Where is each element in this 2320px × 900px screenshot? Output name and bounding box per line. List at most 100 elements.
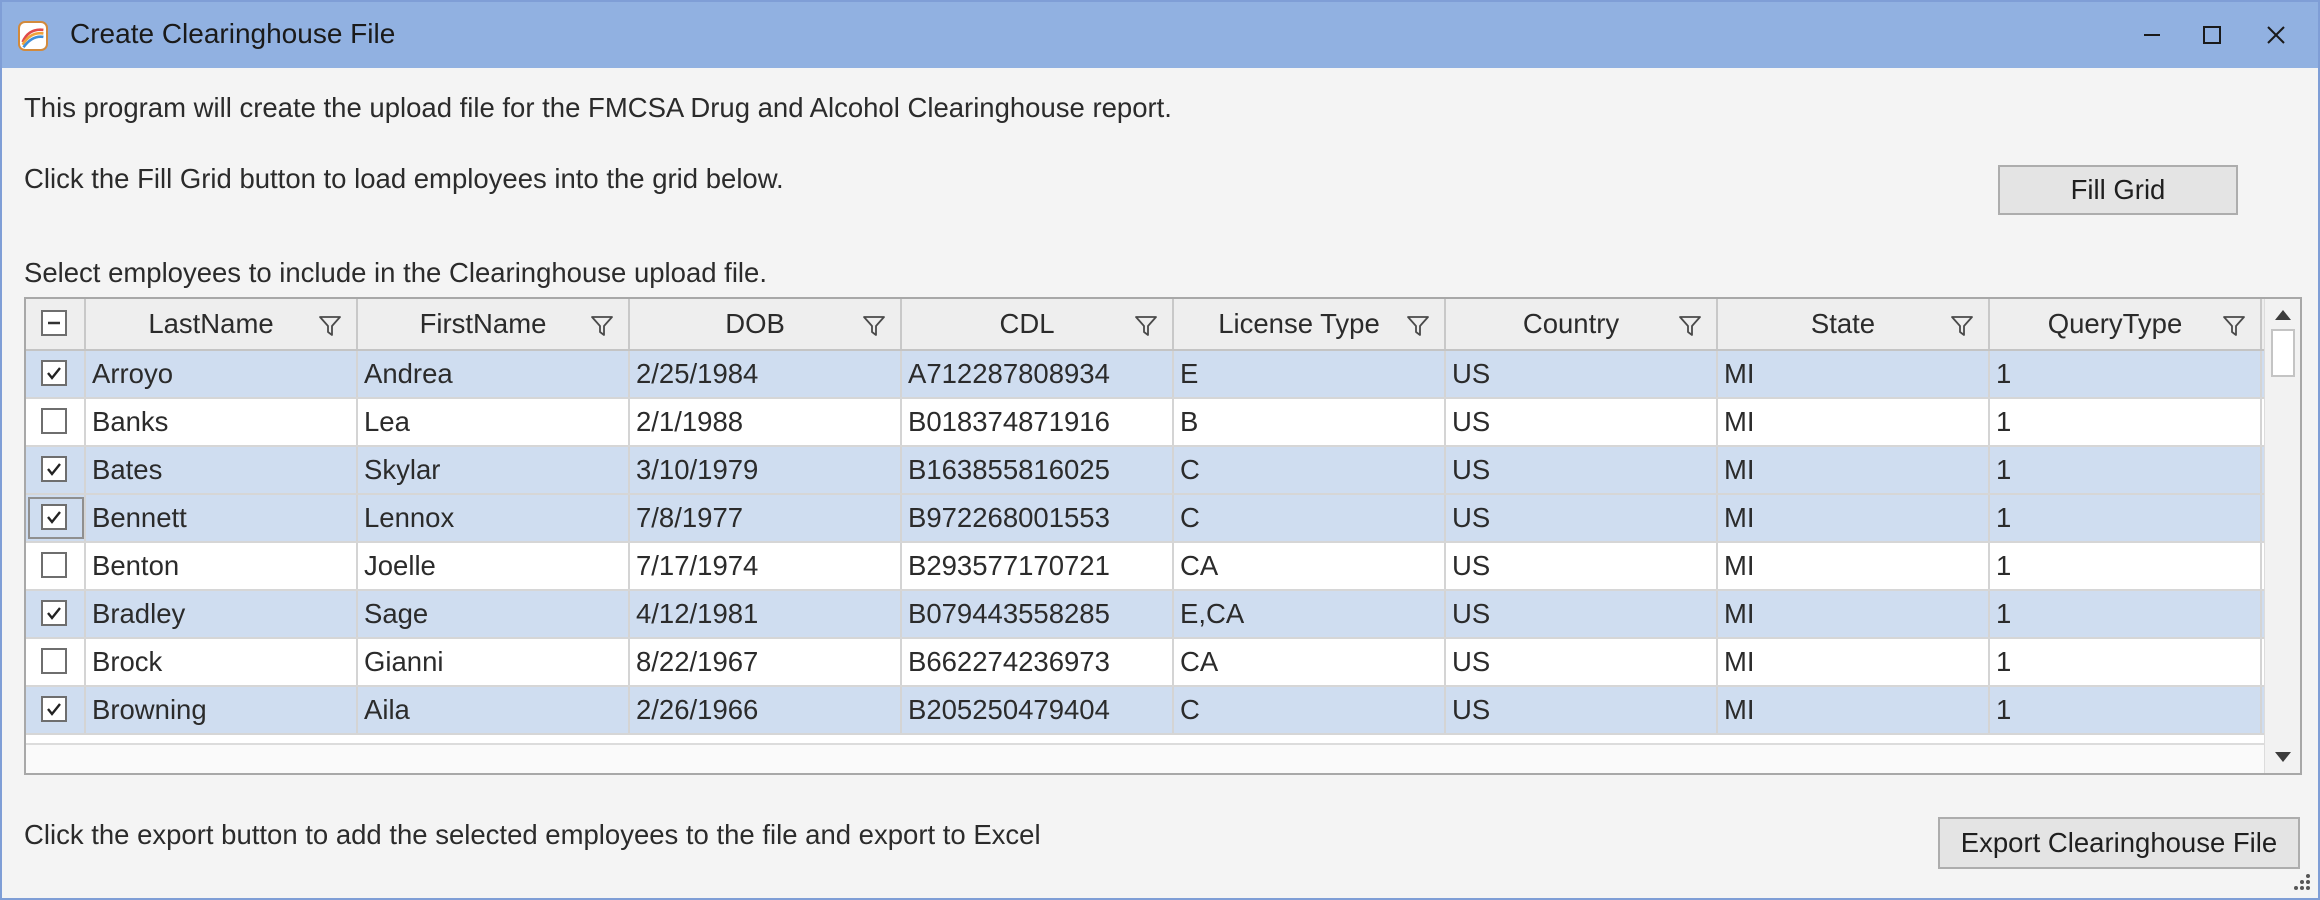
table-row[interactable]: Bennett Lennox 7/8/1977 B972268001553 C US MI 1 [26,495,2264,543]
filter-icon[interactable] [2222,313,2246,337]
cell-dob[interactable]: 7/8/1977 [630,495,902,541]
cell-querytype[interactable]: 1 [1990,399,2262,445]
cell-country[interactable]: US [1446,399,1718,445]
cell-dob[interactable]: 2/25/1984 [630,351,902,397]
cell-lastname[interactable]: Benton [86,543,358,589]
cell-lastname[interactable]: Bennett [86,495,358,541]
cell-lastname[interactable]: Bates [86,447,358,493]
cell-country[interactable]: US [1446,447,1718,493]
select-all-cell[interactable] [26,299,86,349]
column-header-cdl[interactable]: CDL [902,299,1174,349]
table-row[interactable]: Brock Gianni 8/22/1967 B662274236973 CA US MI 1 [26,639,2264,687]
row-select-cell[interactable] [26,495,86,541]
cell-state[interactable]: MI [1718,591,1990,637]
cell-lastname[interactable]: Browning [86,687,358,733]
close-button[interactable] [2244,2,2308,68]
cell-license-type[interactable]: E,CA [1174,591,1446,637]
table-row[interactable]: Arroyo Andrea 2/25/1984 A712287808934 E US MI 1 [26,351,2264,399]
column-header-lastname[interactable]: LastName [86,299,358,349]
cell-querytype[interactable]: 1 [1990,351,2262,397]
cell-cdl[interactable]: B018374871916 [902,399,1174,445]
cell-lastname[interactable]: Arroyo [86,351,358,397]
column-header-country[interactable]: Country [1446,299,1718,349]
cell-country[interactable]: US [1446,591,1718,637]
filter-icon[interactable] [1950,313,1974,337]
column-header-dob[interactable]: DOB [630,299,902,349]
cell-license-type[interactable]: C [1174,687,1446,733]
scroll-down-icon[interactable] [2273,749,2293,765]
column-header-firstname[interactable]: FirstName [358,299,630,349]
table-row[interactable]: Bates Skylar 3/10/1979 B163855816025 C US MI 1 [26,447,2264,495]
cell-state[interactable]: MI [1718,495,1990,541]
filter-icon[interactable] [1678,313,1702,337]
cell-license-type[interactable]: E [1174,351,1446,397]
table-row[interactable]: Benton Joelle 7/17/1974 B293577170721 CA US MI… [26,543,2264,591]
cell-dob[interactable]: 2/26/1966 [630,687,902,733]
cell-state[interactable]: MI [1718,399,1990,445]
cell-querytype[interactable]: 1 [1990,447,2262,493]
cell-querytype[interactable]: 1 [1990,543,2262,589]
cell-state[interactable]: MI [1718,351,1990,397]
cell-lastname[interactable]: Brock [86,639,358,685]
row-checkbox[interactable] [41,408,67,434]
cell-firstname[interactable]: Lea [358,399,630,445]
cell-state[interactable]: MI [1718,687,1990,733]
cell-license-type[interactable]: CA [1174,639,1446,685]
employee-grid[interactable]: LastName FirstName DOB CDL License Type Count… [24,297,2302,775]
cell-state[interactable]: MI [1718,543,1990,589]
table-row[interactable]: Browning Aila 2/26/1966 B205250479404 C US MI 1 [26,687,2264,735]
cell-dob[interactable]: 7/17/1974 [630,543,902,589]
cell-country[interactable]: US [1446,351,1718,397]
cell-dob[interactable]: 3/10/1979 [630,447,902,493]
column-header-state[interactable]: State [1718,299,1990,349]
cell-cdl[interactable]: B662274236973 [902,639,1174,685]
row-select-cell[interactable] [26,639,86,685]
cell-querytype[interactable]: 1 [1990,495,2262,541]
cell-lastname[interactable]: Banks [86,399,358,445]
cell-firstname[interactable]: Lennox [358,495,630,541]
cell-license-type[interactable]: C [1174,447,1446,493]
cell-country[interactable]: US [1446,543,1718,589]
column-header-license-type[interactable]: License Type [1174,299,1446,349]
row-checkbox[interactable] [41,648,67,674]
row-checkbox[interactable] [41,552,67,578]
row-select-cell[interactable] [26,543,86,589]
title-bar[interactable]: Create Clearinghouse File [2,2,2318,68]
cell-querytype[interactable]: 1 [1990,591,2262,637]
cell-firstname[interactable]: Skylar [358,447,630,493]
row-select-cell[interactable] [26,351,86,397]
cell-querytype[interactable]: 1 [1990,639,2262,685]
row-checkbox[interactable] [41,600,67,626]
cell-country[interactable]: US [1446,639,1718,685]
cell-lastname[interactable]: Bradley [86,591,358,637]
cell-license-type[interactable]: B [1174,399,1446,445]
row-checkbox[interactable] [41,504,67,530]
table-row[interactable]: Banks Lea 2/1/1988 B018374871916 B US MI 1 [26,399,2264,447]
cell-country[interactable]: US [1446,687,1718,733]
row-checkbox[interactable] [41,456,67,482]
cell-cdl[interactable]: A712287808934 [902,351,1174,397]
filter-icon[interactable] [1134,313,1158,337]
cell-cdl[interactable]: B079443558285 [902,591,1174,637]
resize-grip-icon[interactable] [2288,868,2312,892]
cell-dob[interactable]: 8/22/1967 [630,639,902,685]
cell-firstname[interactable]: Andrea [358,351,630,397]
cell-state[interactable]: MI [1718,639,1990,685]
cell-cdl[interactable]: B972268001553 [902,495,1174,541]
filter-icon[interactable] [1406,313,1430,337]
export-clearinghouse-button[interactable]: Export Clearinghouse File [1938,817,2300,869]
cell-firstname[interactable]: Joelle [358,543,630,589]
cell-state[interactable]: MI [1718,447,1990,493]
maximize-button[interactable] [2180,2,2244,68]
select-all-checkbox[interactable] [41,310,67,336]
cell-country[interactable]: US [1446,495,1718,541]
filter-icon[interactable] [318,313,342,337]
cell-cdl[interactable]: B163855816025 [902,447,1174,493]
filter-icon[interactable] [862,313,886,337]
row-select-cell[interactable] [26,591,86,637]
cell-dob[interactable]: 4/12/1981 [630,591,902,637]
cell-dob[interactable]: 2/1/1988 [630,399,902,445]
table-row[interactable]: Bradley Sage 4/12/1981 B079443558285 E,CA US M… [26,591,2264,639]
vertical-scrollbar[interactable] [2264,299,2300,773]
fill-grid-button[interactable]: Fill Grid [1998,165,2238,215]
